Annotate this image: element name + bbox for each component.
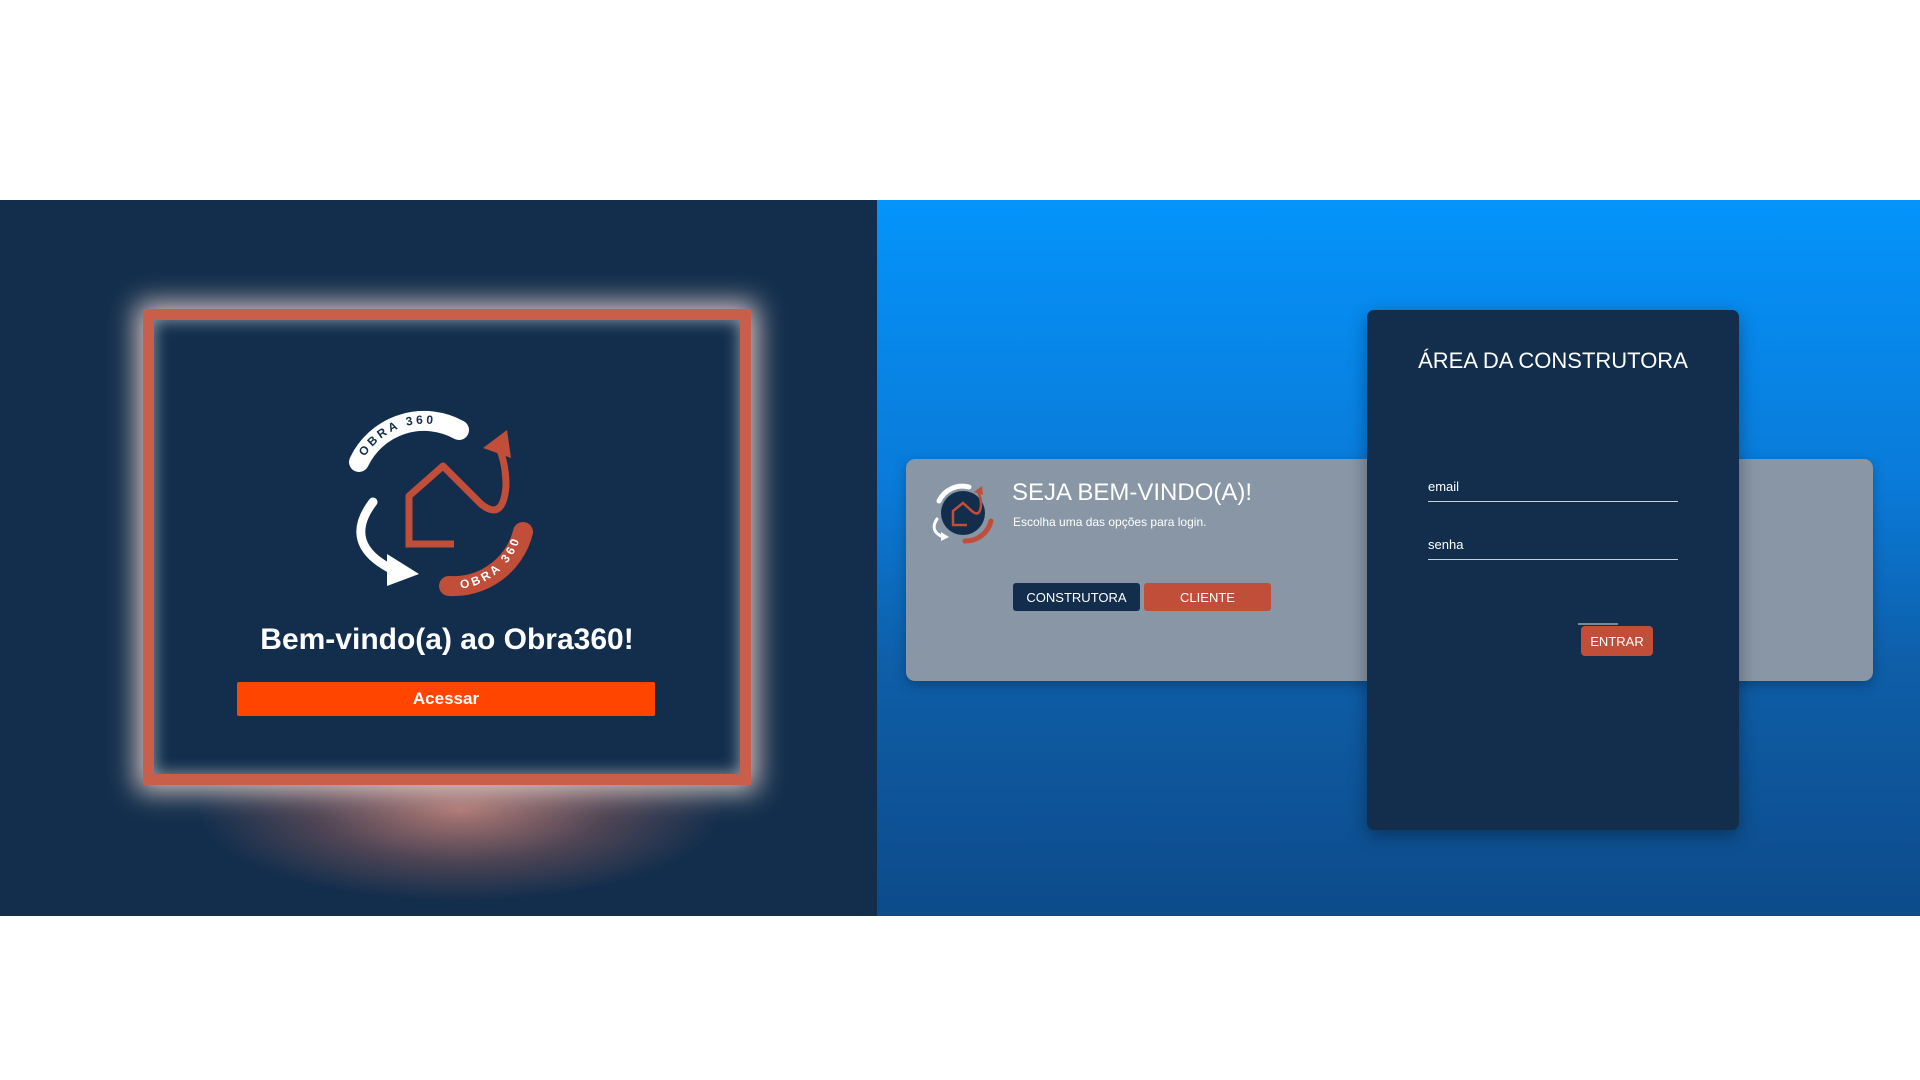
- login-panel: SEJA BEM-VINDO(A)! Escolha uma das opçõe…: [877, 200, 1920, 916]
- access-button[interactable]: Acessar: [237, 682, 655, 716]
- senha-field[interactable]: [1428, 531, 1678, 560]
- entrar-button[interactable]: ENTRAR: [1581, 626, 1653, 656]
- email-field[interactable]: [1428, 473, 1678, 502]
- construtora-login-card: ÁREA DA CONSTRUTORA ENTRAR: [1367, 310, 1739, 830]
- login-welcome-subtitle: Escolha uma das opções para login.: [1013, 515, 1207, 529]
- cliente-button[interactable]: CLIENTE: [1144, 583, 1271, 611]
- obra360-small-logo: [932, 483, 994, 544]
- construtora-button[interactable]: CONSTRUTORA: [1013, 583, 1140, 611]
- login-welcome-title: SEJA BEM-VINDO(A)!: [1012, 479, 1253, 506]
- welcome-title: Bem-vindo(a) ao Obra360!: [260, 623, 634, 656]
- login-area-title: ÁREA DA CONSTRUTORA: [1418, 348, 1688, 373]
- welcome-panel: OBRA 360 OBRA 360 Bem-vindo(a) ao Obra36…: [0, 200, 877, 916]
- obra360-logo: OBRA 360 OBRA 360: [349, 410, 533, 597]
- entrar-divider: [1578, 623, 1618, 625]
- welcome-card: OBRA 360 OBRA 360 Bem-vindo(a) ao Obra36…: [143, 309, 751, 785]
